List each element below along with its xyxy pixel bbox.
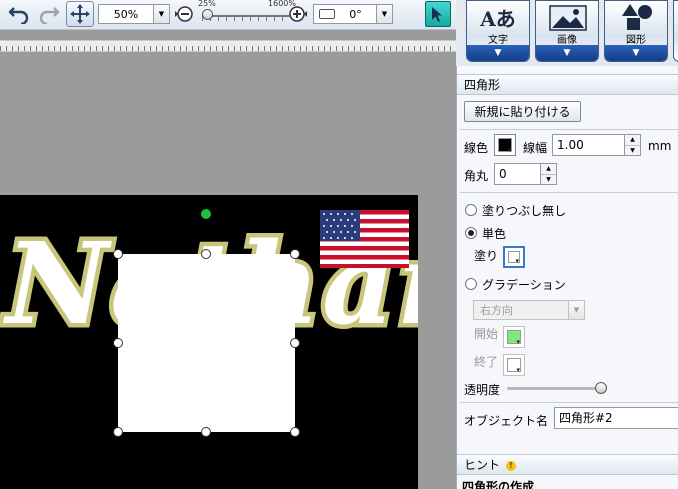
redo-button[interactable] [36, 1, 62, 27]
insert-ribbon: Aあ 文字 ▼ 画像 ▼ 図形 ▼ [456, 0, 678, 66]
redo-icon [39, 7, 60, 24]
resize-handle-top[interactable] [201, 249, 211, 259]
text-icon: Aあ [480, 7, 516, 31]
divider [460, 129, 678, 130]
paste-new-button[interactable]: 新規に貼り付ける [464, 101, 581, 122]
line-width-stepper[interactable]: 1.00 ▲ ▼ [552, 134, 641, 156]
gradient-start-label: 開始 [474, 327, 499, 341]
rotation-value: 0° [349, 7, 362, 21]
insert-shape-label: 図形 [626, 35, 646, 46]
selected-rectangle-shape[interactable] [118, 254, 295, 432]
hint-heading: 四角形の作成 [462, 480, 535, 489]
divider [460, 192, 678, 193]
gradient-end-label: 終了 [474, 355, 499, 369]
main-toolbar: 50% ▼ 25% 1600% 0° ▼ [0, 0, 456, 30]
zoom-out-button[interactable] [174, 1, 194, 27]
resize-handle-left[interactable] [113, 338, 123, 348]
fill-color-picker[interactable] [503, 246, 525, 268]
hint-title: ヒント [464, 458, 501, 472]
line-width-unit: mm [648, 139, 672, 153]
shapes-icon [622, 4, 652, 30]
line-width-label: 線幅 [523, 141, 548, 155]
gradient-direction-value: 右方向 [480, 304, 513, 317]
zoom-slider-knob[interactable] [202, 9, 213, 20]
zoom-value: 50% [113, 7, 139, 21]
chevron-down-icon: ▼ [153, 5, 169, 23]
corner-radius-stepper[interactable]: 0 ▲ ▼ [494, 163, 557, 185]
insert-text-label: 文字 [488, 35, 508, 46]
gradient-direction-dropdown[interactable]: 右方向 ▼ [473, 300, 585, 320]
gradient-label: グラデーション [482, 278, 566, 292]
line-color-label: 線色 [464, 141, 489, 155]
rotation-shape-icon [319, 9, 335, 19]
opacity-label: 透明度 [464, 383, 501, 397]
zoom-dropdown[interactable]: 50% ▼ [98, 4, 170, 24]
opacity-slider-track [507, 387, 607, 390]
corner-radius-value: 0 [499, 167, 507, 181]
fill-single-radio[interactable] [465, 227, 477, 239]
resize-handle-right[interactable] [290, 338, 300, 348]
resize-handle-bottom-left[interactable] [113, 427, 123, 437]
image-icon [549, 5, 587, 31]
line-color-picker[interactable] [494, 134, 516, 156]
insert-text-button[interactable]: Aあ 文字 ▼ [466, 0, 530, 62]
zoom-slider[interactable]: 25% 1600% [196, 0, 296, 28]
gradient-radio[interactable] [465, 278, 477, 290]
zoom-min-label: 25% [198, 0, 216, 8]
fill-none-radio[interactable] [465, 204, 477, 216]
zoom-slider-ticks [202, 17, 290, 21]
resize-handle-bottom-right[interactable] [290, 427, 300, 437]
divider [460, 402, 678, 403]
stepper-up-icon[interactable]: ▲ [625, 135, 640, 146]
gradient-start-color-picker[interactable] [503, 326, 525, 348]
gradient-end-color-picker[interactable] [503, 354, 525, 376]
properties-panel: 四角形 新規に貼り付ける 線色 線幅 1.00 ▲▼ mm 角丸 0 ▲▼ 塗り… [456, 66, 678, 489]
object-name-label: オブジェクト名 [464, 414, 549, 428]
document-canvas[interactable]: Nathan [0, 195, 418, 489]
warning-icon: ! [505, 460, 516, 471]
opacity-slider[interactable] [507, 382, 607, 394]
zoom-in-button[interactable] [288, 1, 308, 27]
cursor-arrow-icon [432, 7, 442, 22]
fill-none-label: 塗りつぶし無し [482, 204, 567, 218]
corner-label: 角丸 [464, 169, 489, 183]
chevron-down-icon: ▼ [376, 5, 392, 23]
object-name-input[interactable]: 四角形#2 [554, 407, 678, 429]
undo-button[interactable] [6, 1, 32, 27]
stepper-down-icon[interactable]: ▼ [625, 145, 640, 155]
insert-image-button[interactable]: 画像 ▼ [535, 0, 599, 62]
fill-single-label: 単色 [482, 227, 507, 241]
insert-shape-button[interactable]: 図形 ▼ [604, 0, 668, 62]
resize-handle-top-right[interactable] [290, 249, 300, 259]
chevron-down-icon: ▼ [536, 45, 598, 61]
opacity-slider-knob[interactable] [595, 382, 607, 394]
us-flag-image[interactable] [320, 210, 409, 268]
fill-label: 塗り [474, 249, 499, 263]
chevron-down-icon: ▼ [467, 45, 529, 61]
stepper-down-icon[interactable]: ▼ [541, 174, 556, 184]
rotation-dropdown[interactable]: 0° ▼ [313, 4, 393, 24]
panel-title: 四角形 [457, 74, 678, 95]
select-tool-button[interactable] [425, 1, 451, 27]
more-ribbon-button[interactable] [673, 0, 678, 62]
stepper-up-icon[interactable]: ▲ [541, 164, 556, 175]
hint-section-title: ヒント ! [457, 454, 678, 475]
move-arrows-icon [70, 4, 90, 24]
zoom-in-icon [289, 6, 307, 22]
chevron-down-icon: ▼ [605, 45, 667, 61]
move-canvas-button[interactable] [66, 1, 94, 27]
resize-handle-top-left[interactable] [113, 249, 123, 259]
insert-image-label: 画像 [557, 35, 577, 46]
resize-handle-bottom[interactable] [201, 427, 211, 437]
undo-icon [8, 7, 29, 24]
line-width-value: 1.00 [557, 138, 584, 152]
rotate-handle[interactable] [201, 209, 211, 219]
horizontal-ruler [0, 40, 456, 52]
zoom-out-icon [175, 6, 193, 22]
chevron-down-icon: ▼ [568, 301, 584, 319]
